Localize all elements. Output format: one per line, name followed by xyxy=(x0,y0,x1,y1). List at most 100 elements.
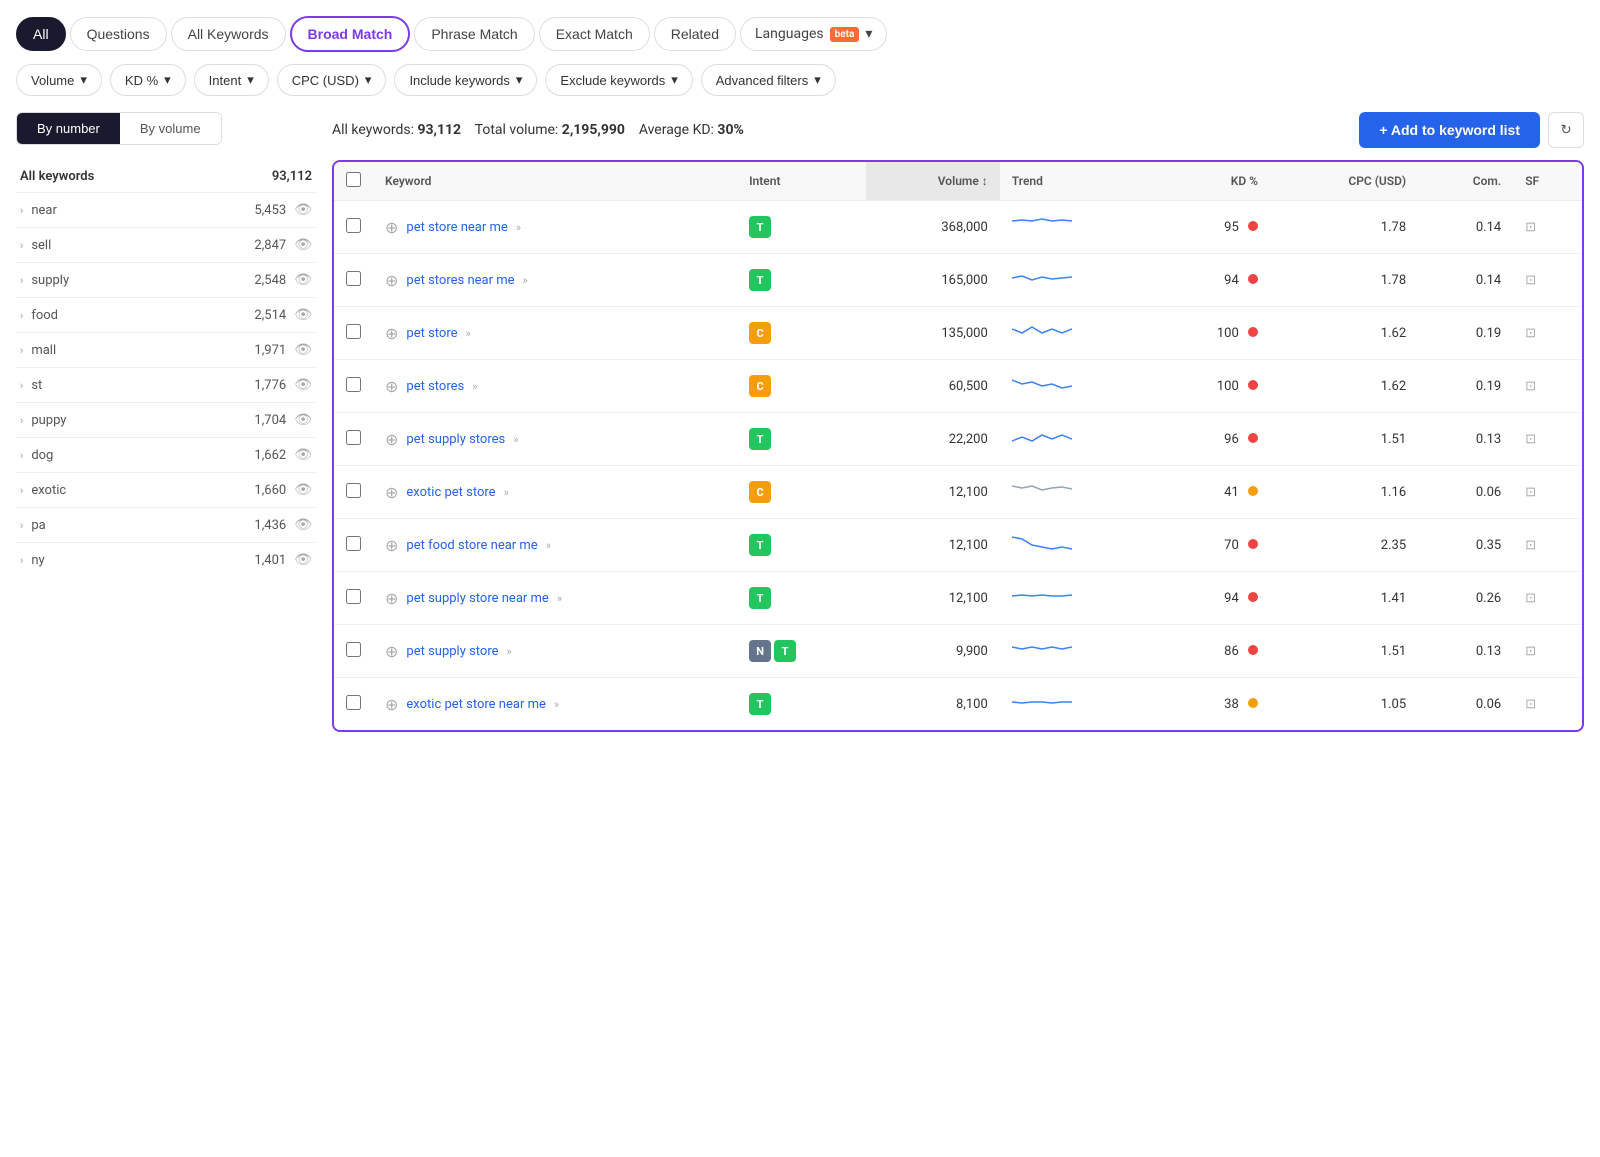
row-checkbox[interactable] xyxy=(346,483,361,498)
keyword-link[interactable]: pet food store near me xyxy=(406,538,537,553)
sf-icon[interactable]: ⊡ xyxy=(1525,432,1536,447)
row-checkbox[interactable] xyxy=(346,218,361,233)
row-checkbox[interactable] xyxy=(346,377,361,392)
list-item[interactable]: › food 2,514 👁 xyxy=(16,297,316,332)
eye-icon[interactable]: 👁 xyxy=(294,202,312,218)
list-item[interactable]: › mall 1,971 👁 xyxy=(16,332,316,367)
tab-questions[interactable]: Questions xyxy=(70,17,167,51)
sf-icon[interactable]: ⊡ xyxy=(1525,538,1536,553)
keyword-link[interactable]: pet store xyxy=(406,326,457,341)
eye-icon[interactable]: 👁 xyxy=(294,412,312,428)
tab-languages[interactable]: Languages beta ▾ xyxy=(740,17,887,51)
volume-column-header[interactable]: Volume ↕ xyxy=(866,162,1000,201)
add-to-keyword-list-button[interactable]: + Add to keyword list xyxy=(1359,112,1540,148)
expand-icon[interactable]: » xyxy=(516,221,521,234)
sf-icon[interactable]: ⊡ xyxy=(1525,273,1536,288)
list-item[interactable]: › near 5,453 👁 xyxy=(16,192,316,227)
select-all-checkbox[interactable] xyxy=(346,172,361,187)
refresh-button[interactable]: ↻ xyxy=(1548,112,1584,148)
tab-broad-match[interactable]: Broad Match xyxy=(290,16,411,52)
expand-icon[interactable]: » xyxy=(554,698,559,711)
list-item[interactable]: › exotic 1,660 👁 xyxy=(16,472,316,507)
add-keyword-icon[interactable]: ⊕ xyxy=(385,536,398,555)
row-checkbox[interactable] xyxy=(346,695,361,710)
list-item[interactable]: › st 1,776 👁 xyxy=(16,367,316,402)
expand-icon[interactable]: » xyxy=(472,380,477,393)
eye-icon[interactable]: 👁 xyxy=(294,552,312,568)
trend-column-header[interactable]: Trend xyxy=(1000,162,1152,201)
list-item[interactable]: › pa 1,436 👁 xyxy=(16,507,316,542)
row-checkbox[interactable] xyxy=(346,589,361,604)
eye-icon[interactable]: 👁 xyxy=(294,237,312,253)
expand-icon[interactable]: » xyxy=(523,274,528,287)
tab-exact-match[interactable]: Exact Match xyxy=(539,17,650,51)
filter-include[interactable]: Include keywords ▾ xyxy=(394,64,537,96)
eye-icon[interactable]: 👁 xyxy=(294,342,312,358)
row-checkbox[interactable] xyxy=(346,642,361,657)
tab-all-keywords[interactable]: All Keywords xyxy=(171,17,286,51)
cpc-column-header[interactable]: CPC (USD) xyxy=(1270,162,1418,201)
keyword-column-header[interactable]: Keyword xyxy=(373,162,737,201)
eye-icon[interactable]: 👁 xyxy=(294,447,312,463)
add-keyword-icon[interactable]: ⊕ xyxy=(385,324,398,343)
filter-kd[interactable]: KD % ▾ xyxy=(110,64,186,96)
list-item[interactable]: › puppy 1,704 👁 xyxy=(16,402,316,437)
eye-icon[interactable]: 👁 xyxy=(294,307,312,323)
row-checkbox[interactable] xyxy=(346,324,361,339)
expand-icon[interactable]: » xyxy=(507,645,512,658)
expand-icon[interactable]: » xyxy=(466,327,471,340)
keyword-link[interactable]: pet supply stores xyxy=(406,432,505,447)
filter-intent[interactable]: Intent ▾ xyxy=(194,64,269,96)
list-item[interactable]: › ny 1,401 👁 xyxy=(16,542,316,577)
sf-icon[interactable]: ⊡ xyxy=(1525,591,1536,606)
keyword-link[interactable]: exotic pet store xyxy=(406,485,495,500)
add-keyword-icon[interactable]: ⊕ xyxy=(385,483,398,502)
expand-icon[interactable]: » xyxy=(557,592,562,605)
add-keyword-icon[interactable]: ⊕ xyxy=(385,642,398,661)
expand-icon[interactable]: » xyxy=(504,486,509,499)
sf-column-header[interactable]: SF xyxy=(1513,162,1582,201)
expand-icon[interactable]: » xyxy=(546,539,551,552)
add-keyword-icon[interactable]: ⊕ xyxy=(385,589,398,608)
add-keyword-icon[interactable]: ⊕ xyxy=(385,218,398,237)
add-keyword-icon[interactable]: ⊕ xyxy=(385,377,398,396)
sf-icon[interactable]: ⊡ xyxy=(1525,220,1536,235)
list-item[interactable]: › supply 2,548 👁 xyxy=(16,262,316,297)
row-checkbox[interactable] xyxy=(346,536,361,551)
add-keyword-icon[interactable]: ⊕ xyxy=(385,430,398,449)
filter-exclude[interactable]: Exclude keywords ▾ xyxy=(545,64,692,96)
row-checkbox[interactable] xyxy=(346,271,361,286)
sf-icon[interactable]: ⊡ xyxy=(1525,697,1536,712)
filter-advanced[interactable]: Advanced filters ▾ xyxy=(701,64,836,96)
add-keyword-icon[interactable]: ⊕ xyxy=(385,695,398,714)
keyword-link[interactable]: pet supply store xyxy=(406,644,498,659)
keyword-link[interactable]: exotic pet store near me xyxy=(406,697,545,712)
filter-cpc[interactable]: CPC (USD) ▾ xyxy=(277,64,387,96)
sf-icon[interactable]: ⊡ xyxy=(1525,379,1536,394)
kd-column-header[interactable]: KD % xyxy=(1152,162,1270,201)
filter-volume[interactable]: Volume ▾ xyxy=(16,64,102,96)
tab-related[interactable]: Related xyxy=(654,17,736,51)
keyword-link[interactable]: pet stores xyxy=(406,379,464,394)
keyword-link[interactable]: pet supply store near me xyxy=(406,591,548,606)
sf-icon[interactable]: ⊡ xyxy=(1525,644,1536,659)
eye-icon[interactable]: 👁 xyxy=(294,272,312,288)
list-item[interactable]: › dog 1,662 👁 xyxy=(16,437,316,472)
keyword-link[interactable]: pet stores near me xyxy=(406,273,514,288)
row-checkbox[interactable] xyxy=(346,430,361,445)
list-item[interactable]: › sell 2,847 👁 xyxy=(16,227,316,262)
tab-phrase-match[interactable]: Phrase Match xyxy=(414,17,534,51)
view-by-volume[interactable]: By volume xyxy=(120,113,221,144)
eye-icon[interactable]: 👁 xyxy=(294,517,312,533)
eye-icon[interactable]: 👁 xyxy=(294,377,312,393)
sf-icon[interactable]: ⊡ xyxy=(1525,326,1536,341)
eye-icon[interactable]: 👁 xyxy=(294,482,312,498)
intent-column-header[interactable]: Intent xyxy=(737,162,866,201)
com-column-header[interactable]: Com. xyxy=(1418,162,1513,201)
sf-icon[interactable]: ⊡ xyxy=(1525,485,1536,500)
add-keyword-icon[interactable]: ⊕ xyxy=(385,271,398,290)
keyword-link[interactable]: pet store near me xyxy=(406,220,507,235)
view-by-number[interactable]: By number xyxy=(17,113,120,144)
tab-all[interactable]: All xyxy=(16,17,66,51)
expand-icon[interactable]: » xyxy=(513,433,518,446)
